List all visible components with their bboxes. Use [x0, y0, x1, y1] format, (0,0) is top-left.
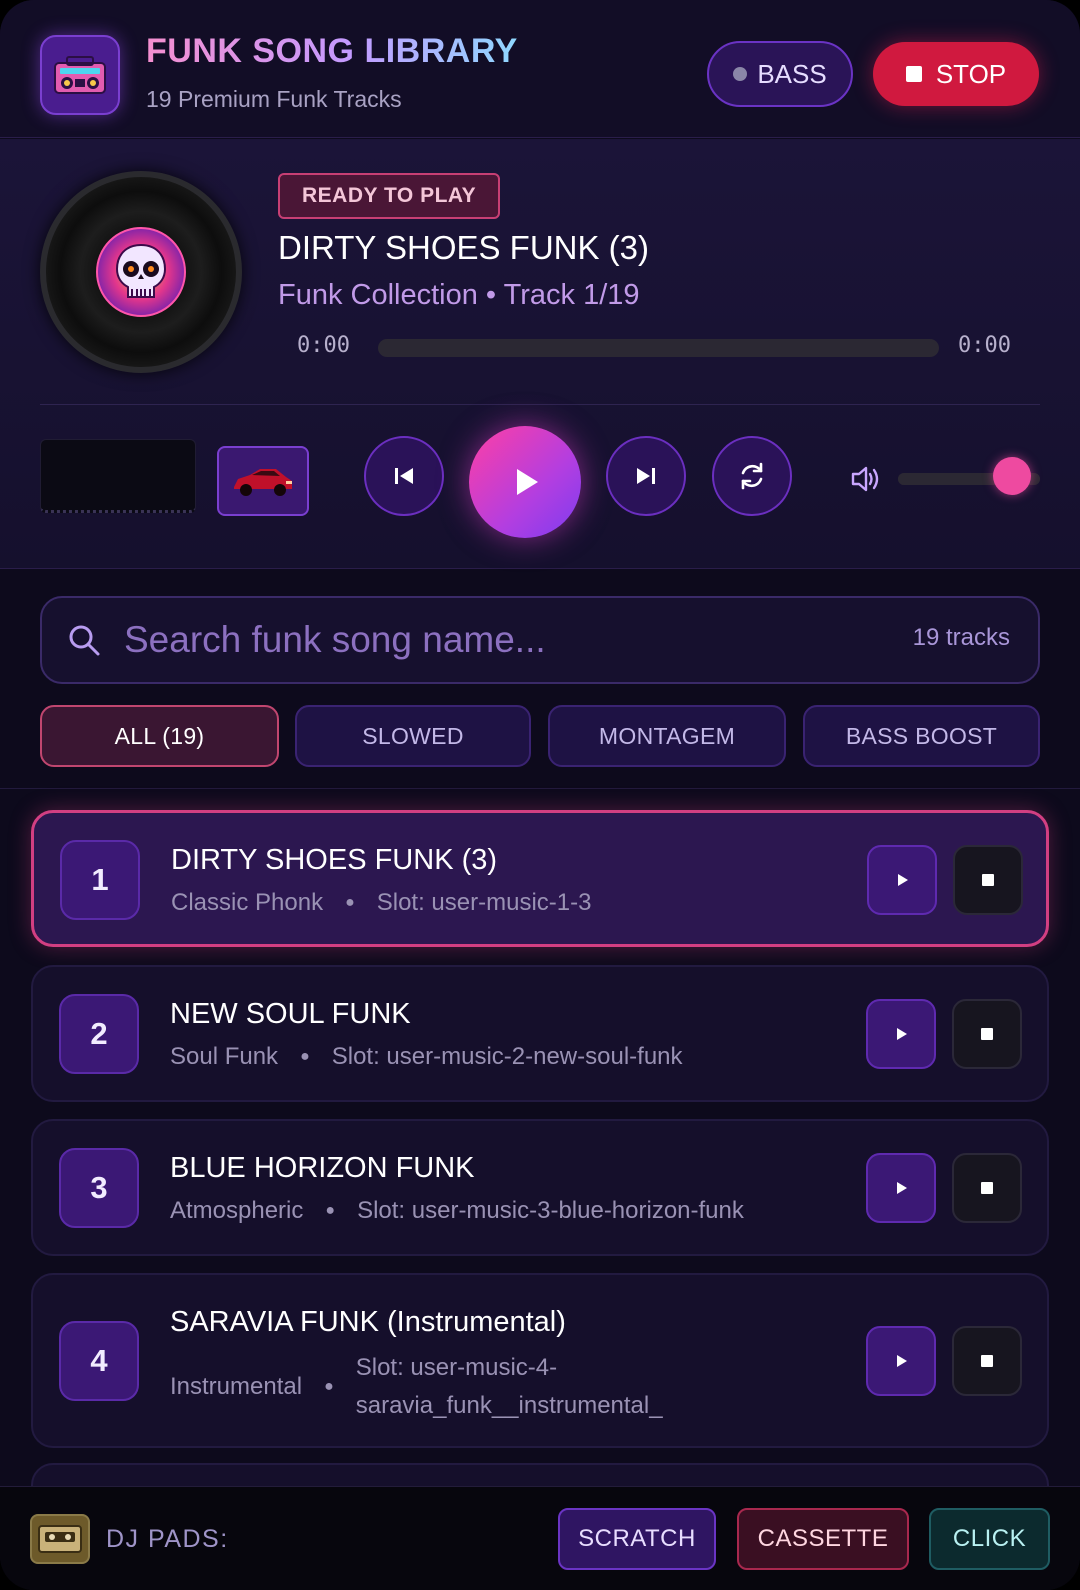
bass-status-dot — [733, 67, 748, 81]
search-bar: 19 tracks — [40, 596, 1040, 684]
progress-bar[interactable] — [378, 339, 939, 357]
cassette-icon — [30, 1514, 90, 1564]
track-meta: Classic Phonk ● Slot: user-music-1-3 — [171, 889, 591, 917]
volume-slider-handle[interactable] — [992, 457, 1031, 495]
track-number: 1 — [60, 840, 140, 920]
stop-icon — [981, 1028, 993, 1040]
filter-tabs: ALL (19) SLOWED MONTAGEM BASS BOOST — [40, 705, 1040, 767]
stop-label: STOP — [935, 58, 1007, 89]
stop-icon — [981, 1182, 993, 1194]
app-window: FUNK SONG LIBRARY 19 Premium Funk Tracks… — [0, 0, 1080, 1590]
app-subtitle: 19 Premium Funk Tracks — [146, 86, 402, 112]
meta-separator: ● — [324, 1378, 334, 1395]
skip-back-icon — [395, 468, 413, 484]
main-play-button[interactable] — [469, 426, 581, 538]
skip-forward-icon — [637, 468, 655, 484]
track-row[interactable]: 1 DIRTY SHOES FUNK (3) Classic Phonk ● S… — [31, 810, 1049, 947]
stop-all-button[interactable]: STOP — [873, 42, 1039, 106]
track-number: 4 — [59, 1321, 139, 1401]
track-row[interactable]: 4 SARAVIA FUNK (Instrumental) Instrument… — [31, 1273, 1049, 1448]
next-track-button[interactable] — [606, 436, 686, 516]
search-icon — [69, 625, 100, 656]
track-genre: Classic Phonk — [171, 889, 324, 916]
play-icon — [898, 874, 908, 886]
track-title: BLUE HORIZON FUNK — [170, 1152, 475, 1184]
track-row[interactable]: 3 BLUE HORIZON FUNK Atmospheric ● Slot: … — [31, 1119, 1049, 1256]
now-playing-title: DIRTY SHOES FUNK (3) — [278, 229, 650, 266]
track-play-button[interactable] — [866, 999, 936, 1069]
track-slot: Slot: user-music-1-3 — [376, 889, 592, 916]
track-title: NEW SOUL FUNK — [170, 998, 411, 1030]
track-stop-button[interactable] — [952, 1153, 1022, 1223]
repeat-icon — [741, 462, 763, 490]
click-pad-button[interactable]: CLICK — [929, 1508, 1050, 1570]
volume-icon[interactable] — [848, 461, 884, 497]
section-divider — [0, 788, 1080, 789]
meta-separator: ● — [325, 1202, 336, 1219]
search-input[interactable] — [124, 612, 824, 668]
player-divider — [40, 404, 1040, 405]
play-icon — [517, 469, 538, 495]
status-badge: READY TO PLAY — [278, 173, 501, 219]
track-stop-button[interactable] — [952, 999, 1022, 1069]
filter-montagem[interactable]: MONTAGEM — [548, 705, 786, 767]
track-number: 2 — [59, 994, 139, 1074]
play-icon — [897, 1355, 907, 1367]
car-thumbnail[interactable] — [217, 446, 309, 516]
filter-bass-boost[interactable]: BASS BOOST — [803, 705, 1040, 767]
stop-icon — [982, 874, 994, 886]
play-icon — [897, 1028, 907, 1040]
bass-toggle-button[interactable]: BASS — [707, 41, 853, 107]
track-genre: Atmospheric — [170, 1197, 304, 1224]
scratch-pad-button[interactable]: SCRATCH — [558, 1508, 716, 1570]
track-slot: Slot: user-music-4-saravia_funk__instrum… — [355, 1354, 663, 1419]
track-stop-button[interactable] — [953, 845, 1023, 915]
track-genre: Instrumental — [170, 1373, 303, 1400]
vinyl-record — [40, 171, 242, 373]
track-play-button[interactable] — [866, 1153, 936, 1223]
track-meta: Instrumental ● Slot: user-music-4-saravi… — [170, 1349, 676, 1425]
track-stop-button[interactable] — [952, 1326, 1022, 1396]
dj-pads-bar: DJ PADS: SCRATCH CASSETTE CLICK — [0, 1486, 1080, 1590]
meta-separator: ● — [345, 894, 355, 911]
track-meta: Soul Funk ● Slot: user-music-2-new-soul-… — [170, 1043, 683, 1071]
boombox-icon — [40, 35, 120, 115]
stop-icon — [981, 1355, 993, 1367]
meta-separator: ● — [300, 1048, 310, 1065]
play-icon — [897, 1182, 907, 1194]
cassette-pad-button[interactable]: CASSETTE — [737, 1508, 909, 1570]
bass-label: BASS — [757, 58, 827, 89]
track-number: 3 — [59, 1148, 139, 1228]
skull-artwork-icon — [96, 227, 186, 317]
filter-slowed[interactable]: SLOWED — [295, 705, 531, 767]
repeat-button[interactable] — [712, 436, 792, 516]
track-title: SARAVIA FUNK (Instrumental) — [170, 1306, 566, 1338]
track-row[interactable]: 2 NEW SOUL FUNK Soul Funk ● Slot: user-m… — [31, 965, 1049, 1102]
stop-icon — [905, 66, 922, 82]
track-play-button[interactable] — [867, 845, 937, 915]
track-slot: Slot: user-music-2-new-soul-funk — [331, 1043, 683, 1070]
track-genre: Soul Funk — [170, 1043, 279, 1070]
track-slot: Slot: user-music-3-blue-horizon-funk — [357, 1197, 744, 1224]
current-time: 0:00 — [297, 333, 350, 358]
previous-track-button[interactable] — [364, 436, 444, 516]
now-playing-subtitle: Funk Collection • Track 1/19 — [278, 279, 640, 311]
app-title: FUNK SONG LIBRARY — [146, 32, 518, 70]
track-title: DIRTY SHOES FUNK (3) — [171, 844, 498, 876]
track-count: 19 tracks — [912, 624, 1010, 651]
filter-all[interactable]: ALL (19) — [40, 705, 279, 767]
dj-pads-label: DJ PADS: — [106, 1525, 229, 1553]
header: FUNK SONG LIBRARY 19 Premium Funk Tracks… — [0, 0, 1080, 138]
total-time: 0:00 — [958, 333, 1011, 358]
track-meta: Atmospheric ● Slot: user-music-3-blue-ho… — [170, 1197, 744, 1225]
now-playing-panel: READY TO PLAY DIRTY SHOES FUNK (3) Funk … — [0, 139, 1080, 569]
audio-visualizer — [40, 439, 196, 513]
track-play-button[interactable] — [866, 1326, 936, 1396]
